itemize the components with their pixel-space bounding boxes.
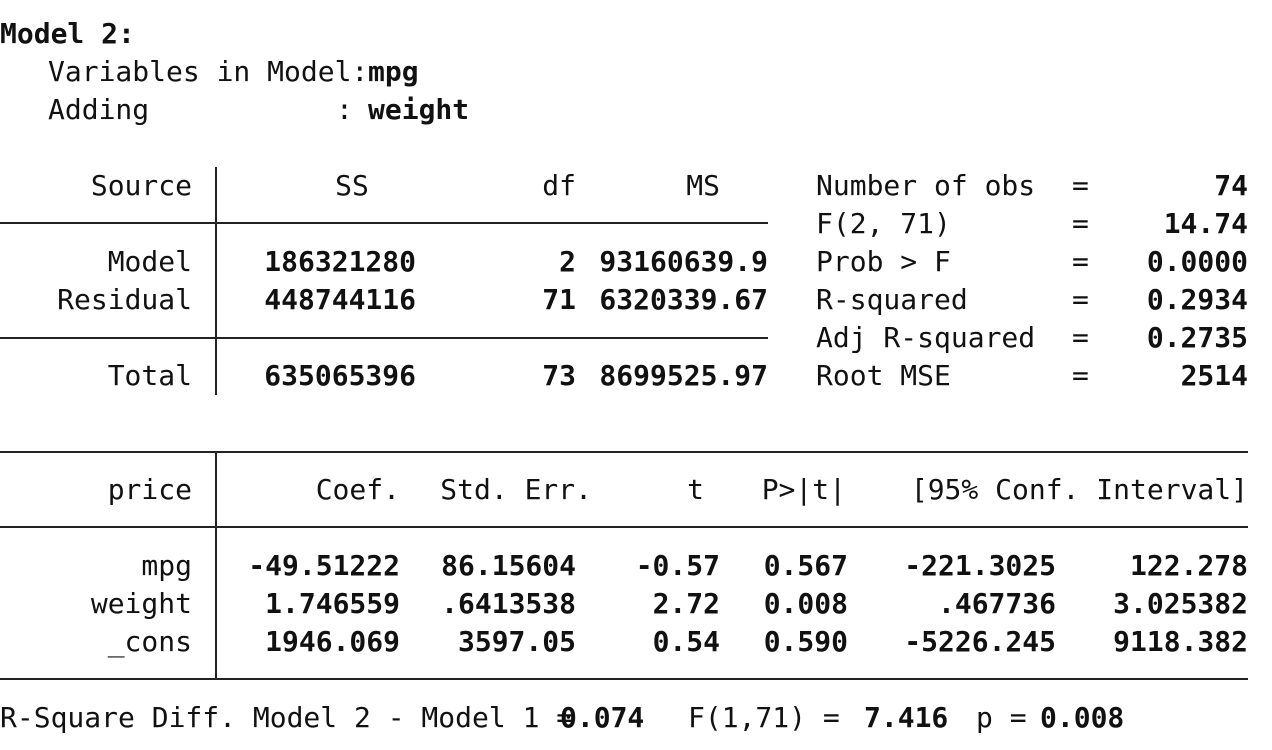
rsq-diff-label: R-Square Diff. Model 2 - Model 1 = <box>0 701 574 734</box>
anova-header-ms: MS <box>686 169 720 202</box>
coef-p-mpg: 0.567 <box>763 549 848 582</box>
coef-t-mpg: -0.57 <box>635 549 720 582</box>
coef-lo-cons: -5226.245 <box>904 625 1056 658</box>
stat-label-rmse: Root MSE <box>816 359 951 392</box>
anova-ms-total: 8699525.97 <box>599 359 768 392</box>
anova-header-ss: SS <box>335 169 369 202</box>
coef-value-mpg: -49.51222 <box>248 549 400 582</box>
stat-label-rsq: R-squared <box>816 283 968 316</box>
model-title: Model 2: <box>0 17 135 50</box>
anova-ss-residual: 448744116 <box>264 283 416 316</box>
coef-hi-weight: 3.025382 <box>1113 587 1248 620</box>
stat-label-probf: Prob > F <box>816 245 951 278</box>
coef-se-mpg: 86.15604 <box>441 549 576 582</box>
coef-bottom-rule <box>0 678 1248 680</box>
coef-header-se: Std. Err. <box>440 473 592 506</box>
stat-label-nobs: Number of obs <box>816 169 1036 202</box>
anova-ss-model: 186321280 <box>264 245 416 278</box>
anova-df-residual: 71 <box>542 283 576 316</box>
stat-eq-probf: = <box>1072 245 1089 278</box>
variables-label: Variables in Model: <box>48 55 369 88</box>
coef-top-rule <box>0 451 1248 453</box>
coef-value-cons: 1946.069 <box>265 625 400 658</box>
coef-var-cons: _cons <box>107 625 192 658</box>
coef-lo-weight: .467736 <box>937 587 1056 620</box>
anova-header-source: Source <box>90 169 192 202</box>
stat-eq-nobs: = <box>1072 169 1089 202</box>
anova-source-total: Total <box>107 359 192 392</box>
stat-value-probf: 0.0000 <box>1146 245 1248 278</box>
coef-p-cons: 0.590 <box>763 625 848 658</box>
coef-header-p: P>|t| <box>761 473 846 506</box>
coef-t-cons: 0.54 <box>652 625 720 658</box>
anova-ss-total: 635065396 <box>264 359 416 392</box>
adding-value: weight <box>368 93 470 126</box>
p-change-value: 0.008 <box>1040 701 1125 734</box>
coef-header-depvar: price <box>107 473 192 506</box>
stat-eq-rmse: = <box>1072 359 1089 392</box>
anova-total-rule <box>0 337 768 339</box>
stat-eq-rsq: = <box>1072 283 1089 316</box>
f-change-label: F(1,71) = <box>688 701 840 734</box>
coef-var-weight: weight <box>90 587 192 620</box>
coef-hi-mpg: 122.278 <box>1129 549 1248 582</box>
coef-vertical-rule <box>215 451 217 679</box>
anova-source-residual: Residual <box>57 283 192 316</box>
stat-eq-f: = <box>1072 207 1089 240</box>
stat-value-f: 14.74 <box>1163 207 1248 240</box>
coef-se-weight: .6413538 <box>441 587 576 620</box>
coef-header-ci: [95% Conf. Interval] <box>910 473 1248 506</box>
adding-label: Adding <box>48 93 150 126</box>
variables-value: mpg <box>368 55 419 88</box>
coef-hi-cons: 9118.382 <box>1113 625 1248 658</box>
coef-value-weight: 1.746559 <box>265 587 400 620</box>
coef-header-coef: Coef. <box>315 473 400 506</box>
coef-se-cons: 3597.05 <box>457 625 576 658</box>
anova-ms-model: 93160639.9 <box>599 245 768 278</box>
anova-vertical-rule <box>215 167 217 395</box>
stat-value-nobs: 74 <box>1214 169 1248 202</box>
anova-source-model: Model <box>107 245 192 278</box>
anova-df-total: 73 <box>542 359 576 392</box>
stat-value-rmse: 2514 <box>1180 359 1248 392</box>
stat-value-adjrsq: 0.2735 <box>1146 321 1248 354</box>
stat-value-rsq: 0.2934 <box>1146 283 1248 316</box>
anova-ms-residual: 6320339.67 <box>599 283 768 316</box>
anova-df-model: 2 <box>559 245 576 278</box>
adding-colon: : <box>336 93 353 126</box>
anova-header-rule <box>0 222 768 224</box>
coef-var-mpg: mpg <box>141 549 192 582</box>
coef-t-weight: 2.72 <box>652 587 720 620</box>
coef-lo-mpg: -221.3025 <box>904 549 1056 582</box>
stat-eq-adjrsq: = <box>1072 321 1089 354</box>
f-change-value: 7.416 <box>864 701 949 734</box>
coef-header-rule <box>0 526 1248 528</box>
stat-label-f: F(2, 71) <box>816 207 951 240</box>
stat-label-adjrsq: Adj R-squared <box>816 321 1036 354</box>
rsq-diff-value: 0.074 <box>560 701 645 734</box>
p-change-label: p = <box>976 701 1027 734</box>
coef-header-t: t <box>687 473 704 506</box>
coef-p-weight: 0.008 <box>763 587 848 620</box>
